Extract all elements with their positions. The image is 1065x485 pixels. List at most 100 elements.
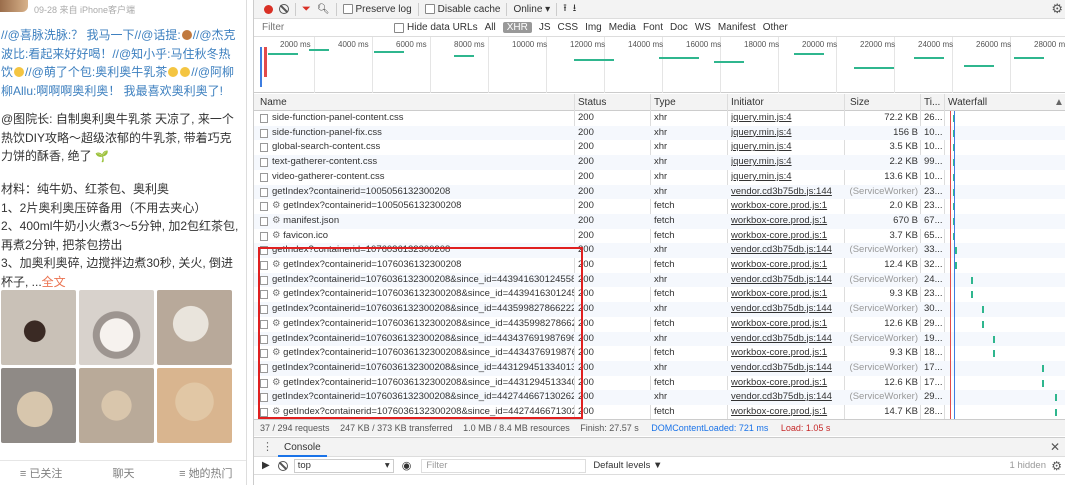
photo-thumbnail[interactable] bbox=[79, 290, 154, 365]
request-row[interactable]: ⚙ favicon.ico 200 fetch workbox-core.prod.j… bbox=[254, 229, 1065, 244]
request-row[interactable]: ⚙ getIndex?containerid=1005056132300208 2… bbox=[254, 199, 1065, 214]
timeline-overview[interactable]: 2000 ms 4000 ms 6000 ms 8000 ms 10000 ms 1200… bbox=[254, 37, 1065, 93]
request-initiator-link[interactable]: vendor.cd3b75db.js:144 bbox=[731, 273, 841, 288]
column-header-type[interactable]: Type bbox=[654, 97, 676, 108]
hot-posts-button[interactable]: ≡ 她的热门 bbox=[165, 465, 246, 481]
column-header-name[interactable]: Name bbox=[260, 97, 287, 108]
request-row[interactable]: getIndex?containerid=1076036132300208&si… bbox=[254, 360, 1065, 376]
column-header-status[interactable]: Status bbox=[578, 97, 606, 108]
console-filter-input[interactable]: Filter bbox=[421, 458, 587, 473]
file-icon bbox=[260, 363, 268, 373]
column-header-size[interactable]: Size bbox=[850, 97, 869, 108]
console-settings-gear-icon[interactable]: ⚙ bbox=[1051, 459, 1062, 473]
preserve-log-checkbox[interactable]: Preserve log bbox=[342, 4, 412, 15]
more-tools-icon[interactable]: ⋮ bbox=[262, 440, 273, 453]
type-filter-other[interactable]: Other bbox=[763, 22, 788, 33]
request-row[interactable]: ⚙ getIndex?containerid=1076036132300208&… bbox=[254, 317, 1065, 332]
clear-console-icon[interactable] bbox=[277, 460, 288, 471]
request-type: fetch bbox=[654, 406, 675, 417]
request-initiator-link[interactable]: jquery.min.js:4 bbox=[731, 126, 841, 141]
request-initiator-link[interactable]: workbox-core.prod.js:1 bbox=[731, 287, 841, 302]
filter-input[interactable] bbox=[262, 20, 382, 35]
disable-cache-checkbox[interactable]: Disable cache bbox=[424, 4, 500, 15]
photo-thumbnail[interactable] bbox=[1, 368, 76, 443]
log-levels-select[interactable]: Default levels ▼ bbox=[593, 460, 662, 471]
column-header-initiator[interactable]: Initiator bbox=[731, 97, 764, 108]
request-row[interactable]: text-gatherer-content.css 200 xhr jquery.mi… bbox=[254, 155, 1065, 170]
photo-thumbnail[interactable] bbox=[1, 290, 76, 365]
request-initiator-link[interactable]: workbox-core.prod.js:1 bbox=[731, 214, 841, 229]
live-expression-eye-icon[interactable]: ◉ bbox=[402, 459, 412, 472]
request-row[interactable]: ⚙ getIndex?containerid=1076036132300208&… bbox=[254, 376, 1065, 391]
tab-console[interactable]: Console bbox=[278, 438, 327, 457]
request-initiator-link[interactable]: vendor.cd3b75db.js:144 bbox=[731, 332, 841, 347]
type-filter-manifest[interactable]: Manifest bbox=[718, 22, 756, 33]
clear-button[interactable] bbox=[279, 4, 289, 14]
settings-gear-icon[interactable]: ⚙ bbox=[1051, 1, 1063, 17]
request-initiator-link[interactable]: jquery.min.js:4 bbox=[731, 155, 841, 170]
context-select[interactable]: top ▾ bbox=[293, 458, 394, 473]
request-row[interactable]: global-search-content.css 200 xhr jquery.mi… bbox=[254, 140, 1065, 155]
type-filter-doc[interactable]: Doc bbox=[670, 22, 688, 33]
request-row[interactable]: getIndex?containerid=1076036132300208 200… bbox=[254, 243, 1065, 258]
filter-funnel-icon[interactable]: ⏷ bbox=[302, 3, 311, 16]
photo-thumbnail[interactable] bbox=[157, 290, 232, 365]
full-text-link[interactable]: 全文 bbox=[42, 275, 66, 289]
record-icon[interactable] bbox=[264, 4, 273, 14]
column-header-waterfall[interactable]: Waterfall bbox=[948, 97, 987, 108]
avatar[interactable] bbox=[0, 0, 28, 12]
request-initiator-link[interactable]: workbox-core.prod.js:1 bbox=[731, 317, 841, 332]
request-row[interactable]: side-function-panel-fix.css 200 xhr jquery.… bbox=[254, 125, 1065, 141]
request-size: 14.7 KB bbox=[848, 405, 918, 419]
chat-button[interactable]: 聊天 bbox=[82, 465, 164, 481]
close-drawer-icon[interactable]: ✕ bbox=[1050, 440, 1060, 454]
request-initiator-link[interactable]: workbox-core.prod.js:1 bbox=[731, 346, 841, 361]
request-row[interactable]: ⚙ manifest.json 200 fetch workbox-core.prod… bbox=[254, 213, 1065, 229]
request-row[interactable]: ⚙ getIndex?containerid=1076036132300208&… bbox=[254, 346, 1065, 361]
type-filter-js[interactable]: JS bbox=[539, 22, 551, 33]
request-row[interactable]: ⚙ getIndex?containerid=1076036132300208&… bbox=[254, 287, 1065, 302]
column-header-time[interactable]: Ti... bbox=[924, 97, 940, 108]
request-row[interactable]: getIndex?containerid=1076036132300208&si… bbox=[254, 390, 1065, 405]
request-row[interactable]: getIndex?containerid=1076036132300208&si… bbox=[254, 272, 1065, 288]
import-har-icon[interactable]: ⭱ bbox=[563, 1, 567, 18]
throttle-select[interactable]: Online ▾ bbox=[513, 4, 550, 15]
request-initiator-link[interactable]: workbox-core.prod.js:1 bbox=[731, 229, 841, 244]
request-initiator-link[interactable]: vendor.cd3b75db.js:144 bbox=[731, 185, 841, 200]
request-initiator-link[interactable]: workbox-core.prod.js:1 bbox=[731, 199, 841, 214]
request-row[interactable]: video-gatherer-content.css 200 xhr jquery.m… bbox=[254, 170, 1065, 185]
request-initiator-link[interactable]: workbox-core.prod.js:1 bbox=[731, 258, 841, 273]
followed-button[interactable]: ≡ 已关注 bbox=[0, 465, 82, 481]
type-filter-xhr[interactable]: XHR bbox=[502, 22, 532, 33]
photo-thumbnail[interactable] bbox=[157, 368, 232, 443]
request-initiator-link[interactable]: jquery.min.js:4 bbox=[731, 170, 841, 185]
request-row[interactable]: side-function-panel-content.css 200 xhr jqu… bbox=[254, 111, 1065, 126]
request-row[interactable]: ⚙ getIndex?containerid=1076036132300208&… bbox=[254, 405, 1065, 419]
search-icon[interactable]: 🔍︎ bbox=[317, 4, 330, 15]
type-filter-media[interactable]: Media bbox=[609, 22, 636, 33]
request-initiator-link[interactable]: vendor.cd3b75db.js:144 bbox=[731, 361, 841, 376]
type-filter-font[interactable]: Font bbox=[643, 22, 663, 33]
request-row[interactable]: ⚙ getIndex?containerid=1076036132300208 2… bbox=[254, 258, 1065, 273]
type-filter-ws[interactable]: WS bbox=[695, 22, 711, 33]
request-row[interactable]: getIndex?containerid=1076036132300208&si… bbox=[254, 331, 1065, 347]
request-initiator-link[interactable]: jquery.min.js:4 bbox=[731, 111, 841, 126]
weibo-panel: 09-28 来自 iPhone客户端 //@喜脉洗脉:？ 我马一下//@话提: /… bbox=[0, 0, 247, 485]
request-initiator-link[interactable]: workbox-core.prod.js:1 bbox=[731, 405, 841, 419]
sidebar-toggle-icon[interactable]: ▶︎ bbox=[262, 460, 270, 471]
type-filter-css[interactable]: CSS bbox=[558, 22, 579, 33]
request-initiator-link[interactable]: vendor.cd3b75db.js:144 bbox=[731, 302, 841, 317]
hide-data-urls-checkbox[interactable]: Hide data URLs bbox=[394, 22, 478, 33]
request-initiator-link[interactable]: vendor.cd3b75db.js:144 bbox=[731, 243, 841, 258]
request-row[interactable]: getIndex?containerid=1076036132300208&si… bbox=[254, 302, 1065, 317]
request-row[interactable]: getIndex?containerid=1005056132300208 200… bbox=[254, 184, 1065, 200]
type-filter-img[interactable]: Img bbox=[585, 22, 602, 33]
export-har-icon[interactable]: ⭳ bbox=[573, 1, 577, 18]
type-filter-all[interactable]: All bbox=[485, 22, 496, 33]
request-initiator-link[interactable]: jquery.min.js:4 bbox=[731, 140, 841, 155]
photo-thumbnail[interactable] bbox=[79, 368, 154, 443]
repost-text-1[interactable]: //@喜脉洗脉:？ 我马一下//@话提: bbox=[1, 28, 181, 42]
repost-text-3[interactable]: //@萌了个包:奥利奥牛乳茶 bbox=[25, 65, 167, 79]
request-initiator-link[interactable]: vendor.cd3b75db.js:144 bbox=[731, 390, 841, 405]
request-initiator-link[interactable]: workbox-core.prod.js:1 bbox=[731, 376, 841, 391]
